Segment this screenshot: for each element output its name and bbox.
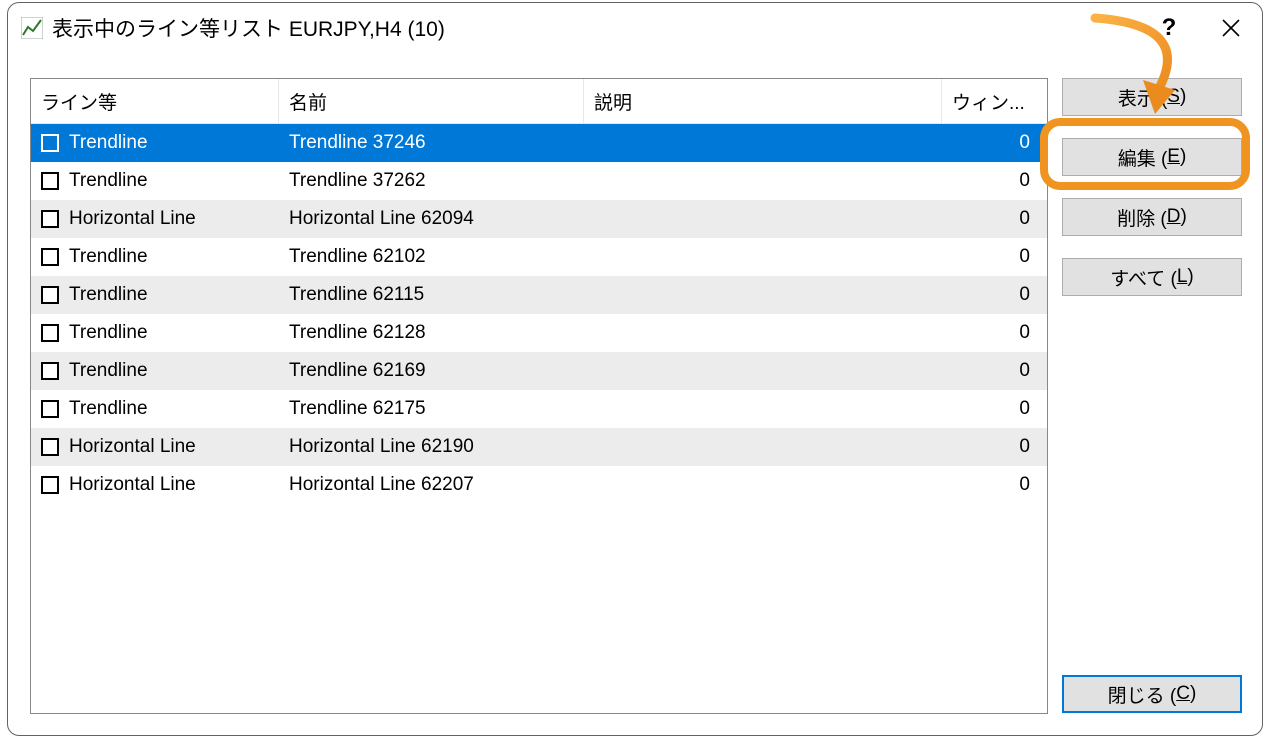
header-description[interactable]: 説明 — [584, 79, 942, 123]
cell-description — [584, 124, 942, 162]
show-button[interactable]: 表示 (S) — [1062, 78, 1242, 116]
cell-name: Horizontal Line 62207 — [279, 466, 584, 504]
cell-type: Horizontal Line — [31, 466, 279, 504]
side-buttons: 表示 (S) 編集 (E) 削除 (D) すべて (L) — [1062, 78, 1242, 296]
cell-type: Trendline — [31, 124, 279, 162]
cell-type-label: Trendline — [69, 132, 148, 154]
delete-button[interactable]: 削除 (D) — [1062, 198, 1242, 236]
header-type[interactable]: ライン等 — [31, 79, 279, 123]
cell-description — [584, 276, 942, 314]
cell-window: 0 — [942, 466, 1042, 504]
close-icon — [1222, 19, 1240, 37]
header-name[interactable]: 名前 — [279, 79, 584, 123]
row-checkbox[interactable] — [41, 324, 59, 342]
cell-description — [584, 314, 942, 352]
cell-type-label: Horizontal Line — [69, 474, 196, 496]
cell-name: Trendline 62115 — [279, 276, 584, 314]
close-button[interactable]: 閉じる (C) — [1062, 675, 1242, 713]
cell-type: Trendline — [31, 352, 279, 390]
list-body: TrendlineTrendline 372460TrendlineTrendl… — [31, 124, 1047, 504]
list-header: ライン等 名前 説明 ウィン... — [31, 79, 1047, 124]
window-close-button[interactable] — [1200, 3, 1262, 53]
list-row[interactable]: Horizontal Line Horizontal Line 62207 0 — [31, 466, 1047, 504]
cell-window: 0 — [942, 314, 1042, 352]
cell-window: 0 — [942, 352, 1042, 390]
row-checkbox[interactable] — [41, 210, 59, 228]
cell-description — [584, 390, 942, 428]
cell-name: Trendline 62102 — [279, 238, 584, 276]
cell-name: Horizontal Line 62094 — [279, 200, 584, 238]
cell-type: Trendline — [31, 390, 279, 428]
titlebar: 表示中のライン等リスト EURJPY,H4 (10) ? — [8, 3, 1262, 53]
cell-type: Horizontal Line — [31, 200, 279, 238]
cell-name: Trendline 37262 — [279, 162, 584, 200]
cell-type-label: Trendline — [69, 360, 148, 382]
list-row[interactable]: Trendline Trendline 62169 0 — [31, 352, 1047, 390]
cell-name: Trendline 62169 — [279, 352, 584, 390]
select-all-button[interactable]: すべて (L) — [1062, 258, 1242, 296]
cell-window: 0 — [942, 200, 1042, 238]
cell-window: 0 — [942, 428, 1042, 466]
cell-description — [584, 428, 942, 466]
content-area: ライン等 名前 説明 ウィン... Trendline Trendline 372… — [30, 78, 1240, 713]
list-row[interactable]: Trendline Trendline 62128 0 — [31, 314, 1047, 352]
cell-type-label: Horizontal Line — [69, 208, 196, 230]
row-checkbox[interactable] — [41, 400, 59, 418]
list-row[interactable]: Trendline Trendline 37246 0 — [31, 124, 1047, 162]
row-checkbox[interactable] — [41, 286, 59, 304]
row-checkbox[interactable] — [41, 172, 59, 190]
list-row[interactable]: Trendline Trendline 37262 0 — [31, 162, 1047, 200]
cell-type: Trendline — [31, 162, 279, 200]
cell-type: Trendline — [31, 276, 279, 314]
row-checkbox[interactable] — [41, 248, 59, 266]
cell-description — [584, 200, 942, 238]
cell-name: Trendline 62175 — [279, 390, 584, 428]
list-row[interactable]: Trendline Trendline 62102 0 — [31, 238, 1047, 276]
row-checkbox[interactable] — [41, 438, 59, 456]
row-checkbox[interactable] — [41, 476, 59, 494]
cell-type: Horizontal Line — [31, 428, 279, 466]
header-window[interactable]: ウィン... — [942, 79, 1042, 123]
cell-type-label: Trendline — [69, 284, 148, 306]
cell-description — [584, 466, 942, 504]
cell-type-label: Trendline — [69, 398, 148, 420]
cell-name: Trendline 37246 — [279, 124, 584, 162]
cell-type-label: Trendline — [69, 170, 148, 192]
cell-type-label: Trendline — [69, 322, 148, 344]
cell-window: 0 — [942, 124, 1042, 162]
cell-name: Trendline 62128 — [279, 314, 584, 352]
window-title: 表示中のライン等リスト EURJPY,H4 (10) — [52, 13, 1138, 43]
objects-list-dialog: 表示中のライン等リスト EURJPY,H4 (10) ? ライン等 名前 説明 … — [7, 2, 1263, 736]
cell-description — [584, 162, 942, 200]
cell-type-label: Horizontal Line — [69, 436, 196, 458]
cell-window: 0 — [942, 390, 1042, 428]
cell-window: 0 — [942, 238, 1042, 276]
cell-window: 0 — [942, 162, 1042, 200]
cell-name: Horizontal Line 62190 — [279, 428, 584, 466]
list-row[interactable]: Horizontal Line Horizontal Line 62190 0 — [31, 428, 1047, 466]
cell-type: Trendline — [31, 314, 279, 352]
edit-button[interactable]: 編集 (E) — [1062, 138, 1242, 176]
row-checkbox[interactable] — [41, 362, 59, 380]
cell-type: Trendline — [31, 238, 279, 276]
close-button-wrap: 閉じる (C) — [1062, 675, 1242, 713]
app-icon — [20, 16, 44, 40]
list-row[interactable]: Trendline Trendline 62175 0 — [31, 390, 1047, 428]
objects-list: ライン等 名前 説明 ウィン... Trendline Trendline 372… — [30, 78, 1048, 714]
cell-window: 0 — [942, 276, 1042, 314]
row-checkbox[interactable] — [41, 134, 59, 152]
cell-description — [584, 352, 942, 390]
list-row[interactable]: Horizontal Line Horizontal Line 62094 0 — [31, 200, 1047, 238]
cell-type-label: Trendline — [69, 246, 148, 268]
help-button[interactable]: ? — [1138, 3, 1200, 53]
list-row[interactable]: Trendline Trendline 62115 0 — [31, 276, 1047, 314]
cell-description — [584, 238, 942, 276]
